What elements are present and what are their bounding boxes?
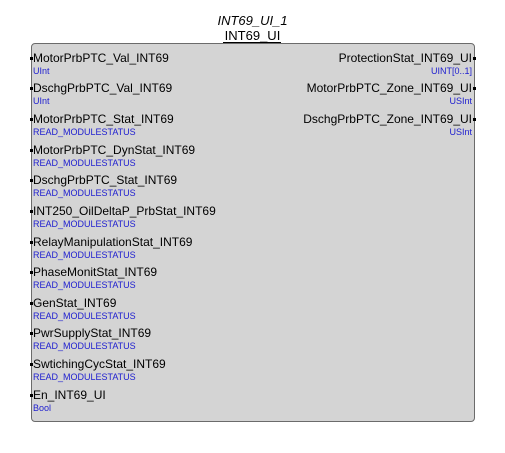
input-pin-name: DschgPrbPTC_Val_INT69	[33, 81, 173, 95]
input-pin-name: En_INT69_UI	[33, 388, 106, 402]
input-pin[interactable]: PwrSupplyStat_INT69 READ_MODULESTATUS	[33, 326, 151, 356]
input-pin-name: SwtichingCycStat_INT69	[33, 357, 166, 371]
input-pin[interactable]: MotorPrbPTC_Val_INT69 UInt	[33, 51, 169, 81]
input-pin-name: GenStat_INT69	[33, 296, 117, 310]
input-pin-type: READ_MODULESTATUS	[33, 127, 136, 137]
input-connector-stub[interactable]	[30, 57, 33, 60]
function-block-diagram: INT69_UI_1 INT69_UI MotorPrbPTC_Val_INT6…	[0, 0, 505, 453]
output-connector-stub[interactable]	[473, 87, 476, 90]
input-pin[interactable]: GenStat_INT69 READ_MODULESTATUS	[33, 296, 136, 326]
input-pin-type: READ_MODULESTATUS	[33, 341, 136, 351]
input-pin-type: READ_MODULESTATUS	[33, 280, 136, 290]
input-pin[interactable]: INT250_OilDeltaP_PrbStat_INT69 READ_MODU…	[33, 204, 216, 234]
input-pin-name: INT250_OilDeltaP_PrbStat_INT69	[33, 204, 216, 218]
input-pin-name: MotorPrbPTC_DynStat_INT69	[33, 143, 196, 157]
input-pin[interactable]: SwtichingCycStat_INT69 READ_MODULESTATUS	[33, 357, 166, 387]
output-pin[interactable]: MotorPrbPTC_Zone_INT69_UI USInt	[307, 81, 472, 111]
output-pin-name: DschgPrbPTC_Zone_INT69_UI	[303, 112, 472, 126]
input-pin-name: MotorPrbPTC_Stat_INT69	[33, 112, 174, 126]
input-pin-type: READ_MODULESTATUS	[33, 250, 136, 260]
output-connector-stub[interactable]	[473, 57, 476, 60]
input-connector-stub[interactable]	[30, 118, 33, 121]
input-pin-type: READ_MODULESTATUS	[33, 188, 136, 198]
input-pin-type: READ_MODULESTATUS	[33, 219, 136, 229]
input-connector-stub[interactable]	[30, 271, 33, 274]
input-connector-stub[interactable]	[30, 302, 33, 305]
input-pin-type: READ_MODULESTATUS	[33, 372, 136, 382]
input-pin-type: READ_MODULESTATUS	[33, 158, 136, 168]
input-pin[interactable]: PhaseMonitStat_INT69 READ_MODULESTATUS	[33, 265, 157, 295]
output-pin-type: USInt	[449, 96, 472, 106]
input-connector-stub[interactable]	[30, 210, 33, 213]
output-pin-type: UINT[0..1]	[430, 66, 472, 76]
output-pin-name: ProtectionStat_INT69_UI	[338, 51, 472, 65]
output-connector-stub[interactable]	[473, 118, 476, 121]
input-pin-type: UInt	[33, 96, 50, 106]
block-type-name: INT69_UI	[224, 28, 281, 43]
input-pin-type: READ_MODULESTATUS	[33, 311, 136, 321]
input-pin-type: UInt	[33, 66, 50, 76]
input-connector-stub[interactable]	[30, 363, 33, 366]
input-connector-stub[interactable]	[30, 394, 33, 397]
input-connector-stub[interactable]	[30, 149, 33, 152]
input-pin-name: PhaseMonitStat_INT69	[33, 265, 158, 279]
input-pin[interactable]: DschgPrbPTC_Val_INT69 UInt	[33, 81, 172, 111]
input-connector-stub[interactable]	[30, 332, 33, 335]
input-pin[interactable]: DschgPrbPTC_Stat_INT69 READ_MODULESTATUS	[33, 173, 177, 203]
input-pin[interactable]: RelayManipulationStat_INT69 READ_MODULES…	[33, 235, 192, 265]
input-pin[interactable]: MotorPrbPTC_Stat_INT69 READ_MODULESTATUS	[33, 112, 174, 142]
input-pin[interactable]: En_INT69_UI Bool	[33, 388, 106, 418]
block-instance-name[interactable]: INT69_UI_1	[0, 13, 505, 28]
input-connector-stub[interactable]	[30, 179, 33, 182]
output-pin-name: MotorPrbPTC_Zone_INT69_UI	[306, 81, 472, 95]
input-pin-type: Bool	[33, 403, 52, 413]
input-pin[interactable]: MotorPrbPTC_DynStat_INT69 READ_MODULESTA…	[33, 143, 195, 173]
input-connector-stub[interactable]	[30, 241, 33, 244]
output-pin[interactable]: DschgPrbPTC_Zone_INT69_UI USInt	[303, 112, 472, 142]
output-pin[interactable]: ProtectionStat_INT69_UI UINT[0..1]	[339, 51, 472, 81]
input-pin-name: PwrSupplyStat_INT69	[33, 326, 152, 340]
input-pin-name: MotorPrbPTC_Val_INT69	[33, 51, 169, 65]
output-pin-type: USInt	[449, 127, 472, 137]
input-pin-name: RelayManipulationStat_INT69	[33, 235, 193, 249]
input-pin-name: DschgPrbPTC_Stat_INT69	[33, 173, 178, 187]
input-connector-stub[interactable]	[30, 87, 33, 90]
